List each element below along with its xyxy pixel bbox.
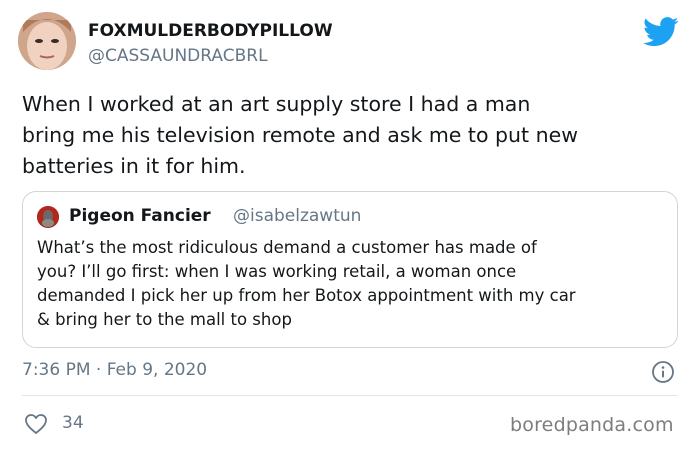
author-handle[interactable]: @CASSAUNDRACBRL bbox=[88, 46, 268, 66]
heart-icon[interactable] bbox=[24, 412, 48, 436]
quoted-author-display-name: Pigeon Fancier bbox=[69, 206, 211, 226]
tweet-text: When I worked at an art supply store I h… bbox=[22, 92, 578, 178]
like-count: 34 bbox=[62, 413, 84, 433]
quoted-tweet-card[interactable]: Pigeon Fancier @isabelzawtun What’s the … bbox=[22, 191, 678, 348]
tweet-timestamp[interactable]: 7:36 PM · Feb 9, 2020 bbox=[22, 360, 207, 380]
watermark: boredpanda.com bbox=[510, 414, 674, 436]
quoted-tweet-text: What’s the most ridiculous demand a cust… bbox=[37, 238, 576, 329]
quoted-author-handle: @isabelzawtun bbox=[233, 206, 362, 226]
author-avatar[interactable] bbox=[18, 12, 76, 70]
divider bbox=[22, 395, 678, 396]
twitter-bird-icon[interactable] bbox=[643, 17, 679, 47]
quoted-author-avatar bbox=[37, 206, 59, 228]
info-icon[interactable] bbox=[651, 360, 675, 384]
author-display-name[interactable]: FOXMULDERBODYPILLOW bbox=[88, 21, 333, 41]
